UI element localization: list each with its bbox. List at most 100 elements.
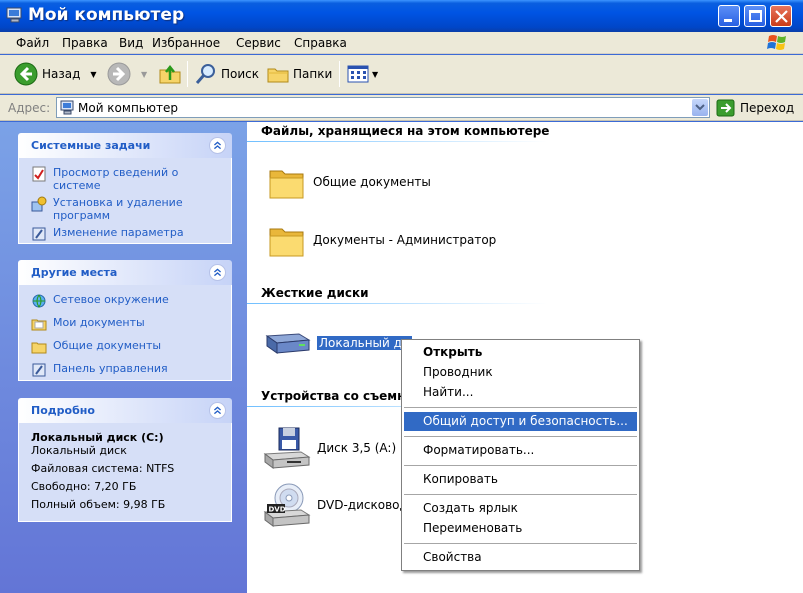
folder-icon bbox=[269, 170, 304, 199]
forward-dropdown-icon[interactable]: ▼ bbox=[141, 70, 147, 79]
control-panel-icon bbox=[32, 363, 46, 377]
folders-button[interactable]: Папки bbox=[266, 59, 332, 89]
other-places-header[interactable]: Другие места bbox=[18, 260, 232, 285]
close-icon bbox=[775, 10, 788, 23]
control-panel-icon bbox=[32, 227, 46, 241]
windows-logo-icon bbox=[767, 35, 786, 50]
menu-file[interactable]: Файл bbox=[16, 36, 49, 50]
place-label: Общие документы bbox=[53, 339, 162, 352]
folder-admin-documents[interactable]: Документы - Администратор bbox=[267, 220, 496, 260]
section-removable-title: Устройства со съемн bbox=[261, 389, 406, 403]
back-dropdown-icon[interactable]: ▼ bbox=[90, 70, 96, 79]
drive-floppy-a[interactable]: Диск 3,5 (A:) bbox=[263, 426, 396, 470]
svg-text:DVD: DVD bbox=[269, 506, 286, 514]
ctx-open[interactable]: Открыть bbox=[404, 343, 637, 362]
item-label: Общие документы bbox=[313, 175, 431, 189]
item-label: Диск 3,5 (A:) bbox=[317, 441, 397, 455]
menu-favorites[interactable]: Избранное bbox=[152, 36, 220, 50]
floppy-drive-icon bbox=[263, 427, 311, 469]
search-button[interactable]: Поиск bbox=[194, 59, 259, 89]
system-info-icon bbox=[32, 166, 46, 182]
system-tasks-header[interactable]: Системные задачи bbox=[18, 133, 232, 158]
task-label: Установка и удаление программ bbox=[53, 196, 183, 222]
task-add-remove-programs[interactable]: Установка и удаление программ bbox=[31, 196, 221, 222]
folder-up-icon bbox=[159, 64, 181, 84]
ctx-explore[interactable]: Проводник bbox=[404, 363, 637, 382]
ctx-search[interactable]: Найти... bbox=[404, 383, 637, 402]
collapse-icon[interactable] bbox=[209, 137, 226, 154]
toolbar-separator bbox=[187, 61, 188, 87]
ctx-sharing-security[interactable]: Общий доступ и безопасность... bbox=[404, 412, 637, 431]
title-bar[interactable]: Мой компьютер bbox=[0, 0, 803, 32]
up-button[interactable] bbox=[158, 59, 182, 89]
folder-shared-documents[interactable]: Общие документы bbox=[267, 162, 431, 202]
folder-icon bbox=[31, 342, 47, 354]
details-header[interactable]: Подробно bbox=[18, 398, 232, 423]
forward-arrow-icon bbox=[107, 62, 131, 86]
maximize-button[interactable] bbox=[744, 5, 766, 27]
place-network[interactable]: Сетевое окружение bbox=[31, 293, 221, 309]
other-places-title: Другие места bbox=[31, 266, 118, 279]
go-label: Переход bbox=[740, 101, 795, 115]
minimize-button[interactable] bbox=[718, 5, 740, 27]
back-button[interactable]: Назад ▼ bbox=[14, 59, 97, 89]
back-arrow-icon bbox=[14, 62, 38, 86]
details-title: Подробно bbox=[31, 404, 95, 417]
menu-help[interactable]: Справка bbox=[294, 36, 347, 50]
my-documents-icon bbox=[31, 319, 47, 331]
place-shared-documents[interactable]: Общие документы bbox=[31, 339, 221, 355]
place-label: Мои документы bbox=[53, 316, 145, 329]
system-tasks-title: Системные задачи bbox=[31, 139, 151, 152]
ctx-separator bbox=[404, 543, 637, 544]
ctx-separator bbox=[404, 407, 637, 408]
drive-dvd[interactable]: DVD DVD-дисковод bbox=[263, 482, 408, 528]
chevron-down-icon bbox=[695, 104, 705, 111]
add-remove-programs-icon bbox=[31, 196, 47, 212]
forward-button[interactable]: ▼ bbox=[107, 59, 147, 89]
dvd-drive-icon: DVD bbox=[263, 483, 311, 527]
search-label: Поиск bbox=[221, 67, 260, 81]
details-filesystem: Файловая система: NTFS bbox=[31, 462, 175, 475]
window-title: Мой компьютер bbox=[28, 5, 185, 25]
details-free: Свободно: 7,20 ГБ bbox=[31, 480, 137, 493]
folders-label: Папки bbox=[293, 67, 333, 81]
details-type: Локальный диск bbox=[31, 444, 127, 457]
close-button[interactable] bbox=[770, 5, 792, 27]
address-dropdown-button[interactable] bbox=[692, 99, 708, 116]
back-label: Назад bbox=[42, 67, 81, 81]
section-divider bbox=[247, 141, 547, 142]
system-tasks-panel: Системные задачи Просмотр сведений о сис… bbox=[18, 133, 232, 244]
menu-bar: Файл Правка Вид Избранное Сервис Справка bbox=[0, 32, 803, 54]
ctx-create-shortcut[interactable]: Создать ярлык bbox=[404, 499, 637, 518]
place-my-documents[interactable]: Мои документы bbox=[31, 316, 221, 332]
ctx-separator bbox=[404, 436, 637, 437]
folder-icon bbox=[269, 228, 304, 257]
ctx-format[interactable]: Форматировать... bbox=[404, 441, 637, 460]
ctx-separator bbox=[404, 465, 637, 466]
go-button[interactable]: Переход bbox=[716, 99, 794, 117]
other-places-panel: Другие места Сетевое окружение Мои докум… bbox=[18, 260, 232, 381]
views-button[interactable]: ▼ bbox=[346, 59, 378, 89]
section-hdd-title: Жесткие диски bbox=[261, 286, 369, 300]
menu-edit[interactable]: Правка bbox=[62, 36, 108, 50]
ctx-properties[interactable]: Свойства bbox=[404, 548, 637, 567]
menu-view[interactable]: Вид bbox=[119, 36, 143, 50]
address-label: Адрес: bbox=[8, 101, 51, 115]
task-view-system-info[interactable]: Просмотр сведений о системе bbox=[31, 166, 221, 192]
ctx-copy[interactable]: Копировать bbox=[404, 470, 637, 489]
drive-local-c[interactable]: Локальный ди bbox=[263, 326, 412, 360]
network-icon bbox=[32, 294, 46, 308]
address-field[interactable]: Мой компьютер bbox=[56, 97, 710, 118]
place-control-panel[interactable]: Панель управления bbox=[31, 362, 221, 378]
views-dropdown-icon[interactable]: ▼ bbox=[372, 70, 378, 79]
ctx-rename[interactable]: Переименовать bbox=[404, 519, 637, 538]
section-divider bbox=[247, 303, 547, 304]
folders-icon bbox=[267, 68, 289, 83]
hard-drive-icon bbox=[265, 333, 311, 354]
task-change-setting[interactable]: Изменение параметра bbox=[31, 226, 221, 242]
collapse-icon[interactable] bbox=[209, 264, 226, 281]
item-label: DVD-дисковод bbox=[317, 498, 408, 512]
menu-tools[interactable]: Сервис bbox=[236, 36, 281, 50]
collapse-icon[interactable] bbox=[209, 402, 226, 419]
my-computer-icon bbox=[6, 7, 22, 23]
